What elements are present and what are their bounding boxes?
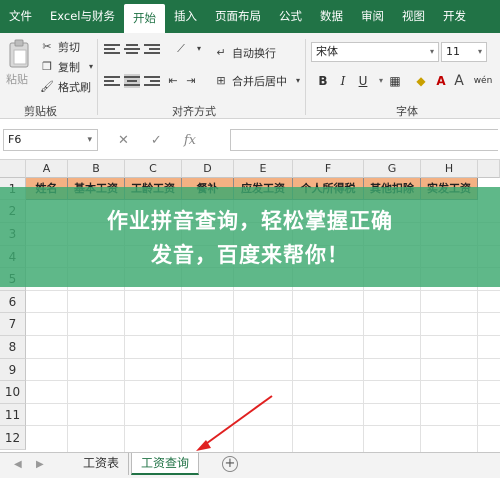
red-arrow-annotation (196, 395, 273, 451)
add-sheet-icon[interactable]: + (222, 456, 238, 472)
sheet-next-icon[interactable]: ▶ (36, 459, 44, 470)
sheet-prev-icon[interactable]: ◀ (14, 459, 22, 470)
sheet-tab-salary-query[interactable]: 工资查询 (131, 453, 200, 475)
sheet-tab-bar: ◀ ▶ 工资表 工资查询 + (0, 452, 500, 478)
sheet-tab-salary[interactable]: 工资表 (74, 453, 130, 475)
